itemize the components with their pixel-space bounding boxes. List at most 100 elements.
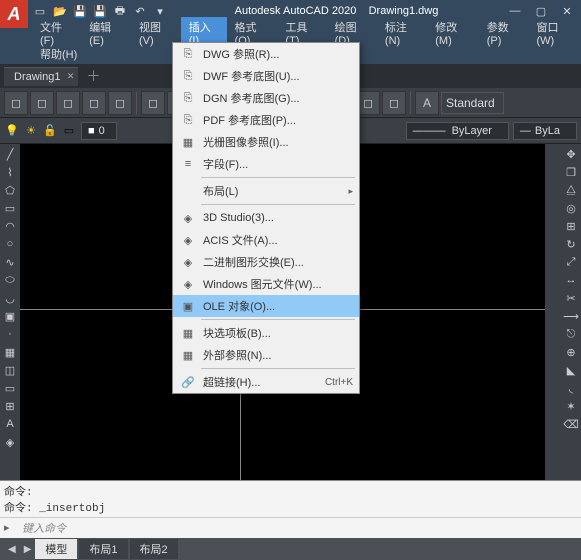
region-tool-icon[interactable]: ▭ — [2, 380, 18, 396]
doc-tab-label: Drawing1 — [14, 71, 60, 83]
gradient-tool-icon[interactable]: ◫ — [2, 362, 18, 378]
dd-field[interactable]: ≡字段(F)... — [173, 153, 359, 175]
shortcut-text: Ctrl+K — [325, 377, 353, 388]
dd-separator — [201, 368, 355, 369]
doc-name: Drawing1.dwg — [369, 5, 439, 17]
dd-ole-object[interactable]: ▣OLE 对象(O)... — [173, 295, 359, 317]
mirror-tool-icon[interactable]: ⧋ — [563, 182, 579, 198]
layout2-tab[interactable]: 布局2 — [130, 539, 178, 559]
text-style-combo[interactable]: Standard — [441, 92, 504, 114]
polyline-tool-icon[interactable]: ⌇ — [2, 164, 18, 180]
break-tool-icon[interactable]: ⎋ — [563, 326, 579, 342]
spline-tool-icon[interactable]: ∿ — [2, 254, 18, 270]
rb-icon[interactable]: ◻ — [108, 91, 132, 115]
trim-tool-icon[interactable]: ✂ — [563, 290, 579, 306]
dd-pdf-ref[interactable]: ⎘PDF 参考底图(P)... — [173, 109, 359, 131]
dd-layout[interactable]: 布局(L)▸ — [173, 180, 359, 202]
command-panel: 命令: 命令: _insertobj ▸ 键入命令 — [0, 480, 581, 538]
menu-param[interactable]: 参数(P) — [479, 17, 529, 49]
dd-3dstudio[interactable]: ◈3D Studio(3)... — [173, 207, 359, 229]
menu-dim[interactable]: 标注(N) — [377, 17, 427, 49]
link-icon: 🔗 — [179, 374, 197, 390]
menu-help[interactable]: 帮助(H) — [32, 44, 85, 64]
rb-text-a-icon[interactable]: A — [415, 91, 439, 115]
menubar: 文件(F) 编辑(E) 视图(V) 插入(I) 格式(O) 工具(T) 绘图(D… — [0, 22, 581, 44]
tab-nav-next-icon[interactable]: ▶ — [20, 544, 36, 555]
table-tool-icon[interactable]: ⊞ — [2, 398, 18, 414]
chamfer-tool-icon[interactable]: ◣ — [563, 362, 579, 378]
copy-tool-icon[interactable]: ❐ — [563, 164, 579, 180]
print-layer-icon[interactable]: ▭ — [61, 123, 77, 139]
menu-modify[interactable]: 修改(M) — [427, 17, 478, 49]
menu-edit[interactable]: 编辑(E) — [81, 17, 131, 49]
join-tool-icon[interactable]: ⊕ — [563, 344, 579, 360]
rotate-tool-icon[interactable]: ↻ — [563, 236, 579, 252]
dd-acis[interactable]: ◈ACIS 文件(A)... — [173, 229, 359, 251]
layout-tabs: ◀ ▶ 模型 布局1 布局2 — [0, 538, 581, 560]
cmd-hist-line: 命令: — [4, 483, 577, 499]
rb-icon[interactable]: ◻ — [30, 91, 54, 115]
text-tool-icon[interactable]: A — [2, 416, 18, 432]
pdf-icon: ⎘ — [179, 112, 197, 128]
dd-raster-ref[interactable]: ▦光栅图像参照(I)... — [173, 131, 359, 153]
bulb-icon[interactable]: 💡 — [4, 123, 20, 139]
dd-binary-dxf[interactable]: ◈二进制图形交换(E)... — [173, 251, 359, 273]
doc-tab[interactable]: Drawing1 ✕ — [4, 67, 78, 86]
raster-icon: ▦ — [179, 134, 197, 150]
doc-tab-add-button[interactable]: ＋ — [86, 66, 100, 86]
dd-separator — [201, 177, 355, 178]
tab-nav-prev-icon[interactable]: ◀ — [4, 544, 20, 555]
rb-icon[interactable]: ◻ — [141, 91, 165, 115]
rect-tool-icon[interactable]: ▭ — [2, 200, 18, 216]
doc-tab-close-icon[interactable]: ✕ — [67, 71, 75, 82]
model-tab[interactable]: 模型 — [35, 539, 77, 559]
scale-tool-icon[interactable]: ⤢ — [563, 254, 579, 270]
block-tool-icon[interactable]: ▣ — [2, 308, 18, 324]
dd-hyperlink[interactable]: 🔗超链接(H)...Ctrl+K — [173, 371, 359, 393]
dd-dgn-ref[interactable]: ⎘DGN 参考底图(G)... — [173, 87, 359, 109]
dd-block-palette[interactable]: ▦块选项板(B)... — [173, 322, 359, 344]
rb-icon[interactable]: ◻ — [382, 91, 406, 115]
3ds-icon: ◈ — [179, 210, 197, 226]
circle-tool-icon[interactable]: ○ — [2, 236, 18, 252]
menu-window[interactable]: 窗口(W) — [528, 17, 581, 49]
extend-tool-icon[interactable]: ⟶ — [563, 308, 579, 324]
rb-icon[interactable]: ◻ — [56, 91, 80, 115]
vertical-scrollbar[interactable] — [545, 144, 561, 480]
hatch-tool-icon[interactable]: ▦ — [2, 344, 18, 360]
command-input[interactable]: 键入命令 — [22, 520, 577, 536]
modify-toolbar: ✥ ❐ ⧋ ◎ ⊞ ↻ ⤢ ↔ ✂ ⟶ ⎋ ⊕ ◣ ◟ ✶ ⌫ — [561, 144, 581, 480]
block-icon: ▦ — [179, 325, 197, 341]
arc-tool-icon[interactable]: ◠ — [2, 218, 18, 234]
sun-icon[interactable]: ☀ — [23, 123, 39, 139]
stretch-tool-icon[interactable]: ↔ — [563, 272, 579, 288]
rb-icon[interactable]: ◻ — [4, 91, 28, 115]
layer-combo[interactable]: ■ 0 — [81, 122, 117, 140]
rb-icon[interactable]: ◻ — [82, 91, 106, 115]
lineweight-combo[interactable]: — ByLa — [513, 122, 577, 140]
fillet-tool-icon[interactable]: ◟ — [563, 380, 579, 396]
layout1-tab[interactable]: 布局1 — [79, 539, 127, 559]
polygon-tool-icon[interactable]: ⬠ — [2, 182, 18, 198]
lock-icon[interactable]: 🔓 — [42, 123, 58, 139]
dd-wmf[interactable]: ◈Windows 图元文件(W)... — [173, 273, 359, 295]
dgn-icon: ⎘ — [179, 90, 197, 106]
dd-dwf-ref[interactable]: ⎘DWF 参考底图(U)... — [173, 65, 359, 87]
linetype-combo[interactable]: ——— ByLayer — [406, 122, 509, 140]
acis-icon: ◈ — [179, 232, 197, 248]
explode-tool-icon[interactable]: ✶ — [563, 398, 579, 414]
ellipse-arc-tool-icon[interactable]: ◡ — [2, 290, 18, 306]
array-tool-icon[interactable]: ⊞ — [563, 218, 579, 234]
addselected-tool-icon[interactable]: ◈ — [2, 434, 18, 450]
erase-tool-icon[interactable]: ⌫ — [563, 416, 579, 432]
move-tool-icon[interactable]: ✥ — [563, 146, 579, 162]
line-tool-icon[interactable]: ╱ — [2, 146, 18, 162]
app-logo[interactable]: A — [0, 0, 28, 28]
field-icon: ≡ — [179, 156, 197, 172]
command-line[interactable]: ▸ 键入命令 — [0, 518, 581, 538]
offset-tool-icon[interactable]: ◎ — [563, 200, 579, 216]
point-tool-icon[interactable]: · — [2, 326, 18, 342]
dd-dwg-ref[interactable]: ⎘DWG 参照(R)... — [173, 43, 359, 65]
dd-xref[interactable]: ▦外部参照(N)... — [173, 344, 359, 366]
ellipse-tool-icon[interactable]: ⬭ — [2, 272, 18, 288]
